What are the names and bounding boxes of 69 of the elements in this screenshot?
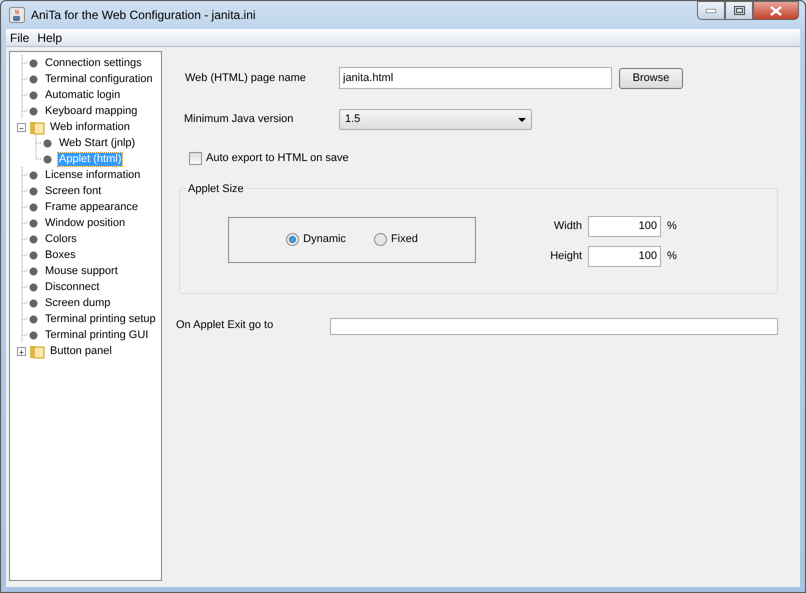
tree-item[interactable]: Screen font <box>44 184 102 198</box>
bullet-icon <box>43 154 52 164</box>
menu-item[interactable]: Help <box>33 28 66 46</box>
browse-button[interactable]: Browse <box>619 68 683 88</box>
tree-item[interactable]: Web information <box>49 120 131 134</box>
coffee-cup-icon <box>9 7 25 23</box>
minimize-button[interactable] <box>697 1 725 20</box>
tree-item[interactable]: Keyboard mapping <box>44 104 138 118</box>
field-label: On Applet Exit go to <box>176 318 274 332</box>
width-field[interactable]: 100 <box>588 216 661 236</box>
tree-item[interactable]: Disconnect <box>44 280 100 294</box>
minimize-icon <box>706 8 716 12</box>
bullet-icon <box>29 314 38 324</box>
tree-item[interactable]: Connection settings <box>44 56 143 70</box>
tree-item[interactable]: Button panel <box>49 344 113 358</box>
bullet-icon <box>29 250 38 260</box>
bullet-icon <box>29 74 38 84</box>
tree-item[interactable]: Boxes <box>44 248 77 262</box>
bullet-icon <box>29 330 38 340</box>
unit-label: % <box>667 218 677 234</box>
exit-url-field[interactable] <box>330 318 778 334</box>
folder-icon <box>29 119 45 135</box>
unit-label: % <box>667 248 677 264</box>
folder-icon <box>29 343 45 359</box>
maximize-icon <box>734 6 744 15</box>
tree-item[interactable]: Terminal printing GUI <box>44 328 150 342</box>
window-title: AniTa for the Web Configuration - janita.ini <box>31 7 256 24</box>
bullet-icon <box>29 202 38 212</box>
bullet-icon <box>29 58 38 68</box>
bullet-icon <box>29 298 38 308</box>
bullet-icon <box>29 186 38 196</box>
radio-option[interactable]: Dynamic <box>286 231 346 248</box>
bullet-icon <box>29 90 38 100</box>
bullet-icon <box>29 170 38 180</box>
bullet-icon <box>29 266 38 276</box>
tree-item[interactable]: License information <box>44 168 142 182</box>
menu-item[interactable]: File <box>6 28 34 46</box>
tree-item[interactable]: Frame appearance <box>44 200 139 214</box>
expand-toggle[interactable] <box>17 346 26 356</box>
tree-item[interactable]: Terminal printing setup <box>44 312 157 326</box>
collapse-toggle[interactable] <box>17 122 26 132</box>
version-dropdown[interactable]: 1.5 <box>339 109 532 130</box>
close-icon <box>770 6 782 16</box>
maximize-button[interactable] <box>725 1 753 20</box>
page-name-field[interactable]: janita.html <box>339 67 612 89</box>
field-label: Width <box>552 218 583 234</box>
group-title: Applet Size <box>186 182 246 194</box>
tree-item[interactable]: Colors <box>44 232 78 246</box>
bullet-icon <box>29 282 38 292</box>
field-label: Minimum Java version <box>184 112 294 128</box>
plus-icon <box>18 348 25 356</box>
tree-item[interactable]: Web Start (jnlp) <box>58 136 136 150</box>
radio-option[interactable]: Fixed <box>374 231 418 248</box>
close-button[interactable] <box>753 1 799 20</box>
tree-item[interactable]: Mouse support <box>44 264 119 278</box>
dropdown-arrow-icon <box>518 118 526 122</box>
bullet-icon <box>29 218 38 228</box>
height-field[interactable]: 100 <box>588 246 661 266</box>
tree-item[interactable]: Terminal configuration <box>44 72 154 86</box>
field-label: Web (HTML) page name <box>185 70 307 86</box>
tree-item[interactable]: Screen dump <box>44 296 112 310</box>
bullet-icon <box>29 106 38 116</box>
tree-item[interactable]: Automatic login <box>44 88 122 102</box>
checkbox-label: Auto export to HTML on save <box>206 151 349 166</box>
bullet-icon <box>29 234 38 244</box>
checkbox[interactable] <box>189 152 202 165</box>
tree-item[interactable]: Window position <box>44 216 126 230</box>
field-label: Height <box>549 248 583 264</box>
bullet-icon <box>43 138 52 148</box>
